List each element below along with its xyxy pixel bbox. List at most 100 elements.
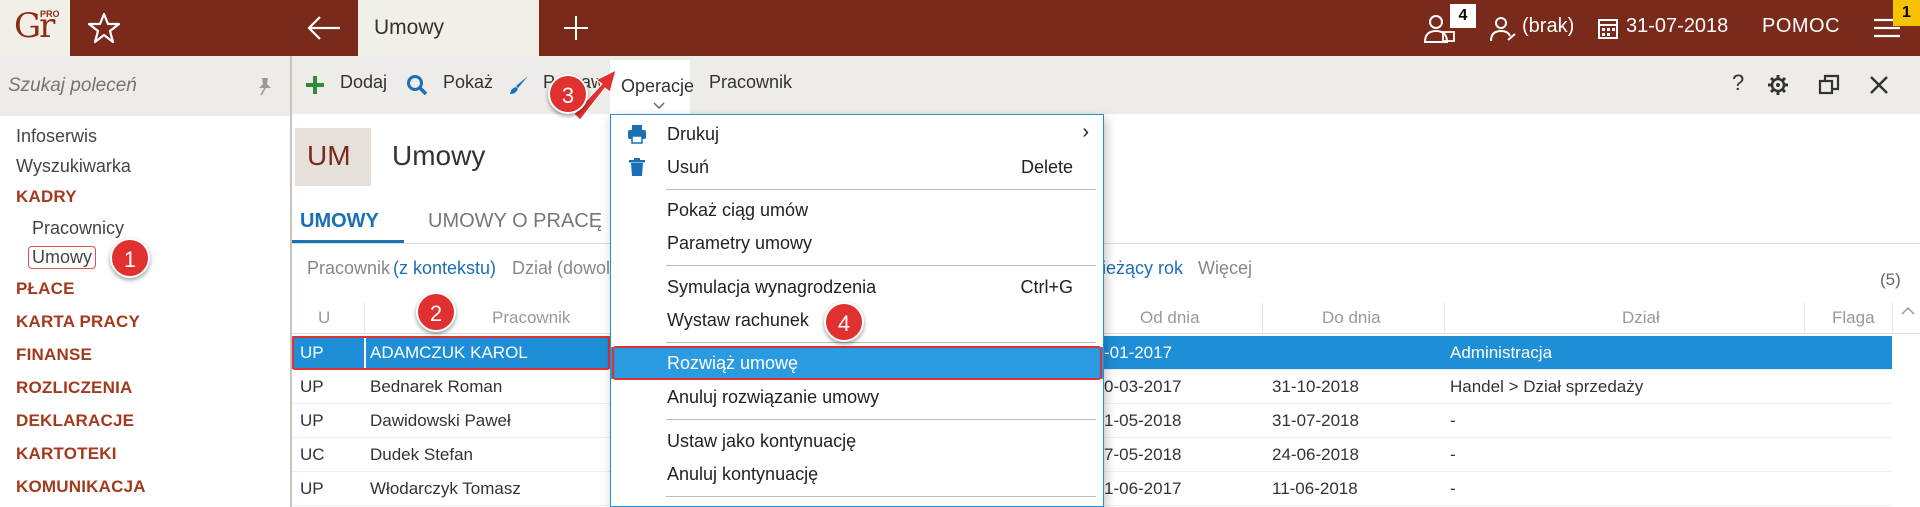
menu-item-show-contract-chain[interactable]: Pokaż ciąg umów: [611, 194, 1103, 226]
column-header-to[interactable]: Do dnia: [1322, 308, 1381, 328]
menu-item-delete[interactable]: Usuń Delete: [611, 151, 1103, 183]
cell-to: 31-10-2018: [1272, 377, 1359, 396]
edit-brush-icon[interactable]: [508, 74, 530, 96]
sidebar-section-rozliczenia[interactable]: ROZLICZENIA: [16, 378, 132, 398]
column-header-department[interactable]: Dział: [1622, 308, 1660, 328]
menu-item-set-continuation[interactable]: Ustaw jako kontynuację: [611, 425, 1103, 457]
module-code-badge: UM: [295, 128, 371, 186]
sidebar-item-infoserwis[interactable]: Infoserwis: [16, 126, 97, 147]
help-question-icon[interactable]: ?: [1732, 70, 1744, 96]
record-count: (5): [1880, 270, 1901, 289]
search-icon[interactable]: [406, 74, 428, 96]
cell-from: 1-06-2017: [1104, 479, 1182, 498]
filter-year-link[interactable]: bieżący rok: [1092, 258, 1183, 279]
new-tab-plus-icon[interactable]: [558, 10, 594, 46]
cell-department: Handel > Dział sprzedaży: [1450, 377, 1644, 396]
help-link[interactable]: POMOC: [1762, 15, 1840, 38]
highlighted-menu-item-frame: [612, 346, 1102, 380]
menu-item-print[interactable]: Drukuj ›: [611, 118, 1103, 150]
cell-department: -: [1450, 411, 1456, 430]
menu-badge: 1: [1893, 0, 1920, 26]
toolbar: Dodaj Pokaż Popraw Pracownik ?: [292, 56, 1920, 114]
sidebar-section-deklaracje[interactable]: DEKLARACJE: [16, 411, 134, 431]
add-plus-icon[interactable]: [304, 74, 326, 96]
sidebar-section-kartoteki[interactable]: KARTOTEKI: [16, 444, 117, 464]
trash-icon: [629, 158, 645, 176]
menu-item-label: Anuluj kontynuację: [667, 464, 819, 484]
operations-menu-button[interactable]: Operacje: [610, 60, 694, 114]
menu-separator: [666, 342, 1096, 343]
calendar-icon[interactable]: [1598, 17, 1618, 39]
pin-icon[interactable]: [256, 76, 274, 96]
sidebar-item-umowy[interactable]: Umowy: [28, 246, 97, 269]
user-icon[interactable]: [1488, 14, 1518, 44]
cell-department: -: [1450, 479, 1456, 498]
content-tabs: UMOWY UMOWY O PRACĘ: [292, 198, 1920, 244]
show-button[interactable]: Pokaż: [443, 72, 493, 93]
menu-separator: [666, 496, 1096, 497]
cell-from: -01-2017: [1104, 343, 1173, 362]
submenu-arrow-icon: ›: [1082, 121, 1089, 143]
cell-employee: Dudek Stefan: [370, 445, 474, 464]
sidebar-section-place[interactable]: PŁACE: [16, 279, 75, 299]
sidebar-section-karta-pracy[interactable]: KARTA PRACY: [16, 312, 140, 332]
menu-item-delete-label: Usuń: [667, 157, 710, 177]
cell-department: Administracja: [1450, 343, 1553, 362]
column-header-flag[interactable]: Flaga: [1832, 308, 1875, 328]
command-search-input[interactable]: [8, 70, 248, 102]
back-arrow-icon[interactable]: [304, 12, 344, 44]
favorite-star-icon[interactable]: [86, 10, 122, 46]
app-logo[interactable]: Gr PRO: [0, 0, 70, 56]
menu-separator: [666, 189, 1096, 190]
cell-type: UP: [300, 377, 324, 396]
column-header-type[interactable]: U: [318, 308, 330, 328]
cell-from: 0-03-2017: [1104, 377, 1182, 396]
close-icon[interactable]: [1868, 74, 1890, 96]
sidebar-section-komunikacja[interactable]: KOMUNIKACJA: [16, 477, 146, 497]
sidebar-item-pracownicy[interactable]: Pracownicy: [32, 218, 124, 239]
top-bar: Gr PRO Umowy 4 (brak) 31-07-2018 POMOC 1: [0, 0, 1920, 56]
cell-employee: Włodarczyk Tomasz: [370, 479, 521, 498]
column-header-employee[interactable]: Pracownik: [492, 308, 570, 328]
sidebar-section-kadry[interactable]: KADRY: [16, 187, 77, 207]
menu-item-salary-simulation[interactable]: Symulacja wynagrodzenia Ctrl+G: [611, 271, 1103, 303]
cell-department: -: [1450, 445, 1456, 464]
scroll-up-icon[interactable]: [1900, 304, 1916, 318]
selected-row-highlight: [292, 336, 610, 370]
restore-window-icon[interactable]: [1818, 74, 1840, 96]
sidebar-section-finanse[interactable]: FINANSE: [16, 345, 92, 365]
tab-umowy-o-prace[interactable]: UMOWY O PRACĘ: [428, 210, 602, 233]
user-label[interactable]: (brak): [1522, 15, 1574, 38]
settings-gear-icon[interactable]: [1767, 74, 1789, 96]
column-header-from[interactable]: Od dnia: [1140, 308, 1200, 328]
menu-item-cancel-termination[interactable]: Anuluj rozwiązanie umowy: [611, 381, 1103, 413]
filter-more[interactable]: Więcej: [1198, 258, 1252, 279]
menu-separator: [666, 419, 1096, 420]
tab-umowy-label: Umowy: [374, 16, 445, 39]
filter-employee-link[interactable]: (z kontekstu): [393, 258, 496, 279]
cell-type: UP: [300, 411, 324, 430]
employee-menu-button[interactable]: Pracownik: [709, 72, 792, 93]
cell-type: UC: [300, 445, 325, 464]
callout-step-1: 1: [110, 238, 150, 278]
operations-label: Operacje: [621, 76, 695, 96]
cell-to: 11-06-2018: [1272, 479, 1358, 498]
menu-item-cancel-continuation[interactable]: Anuluj kontynuację: [611, 458, 1103, 490]
cell-from: 1-05-2018: [1104, 411, 1182, 430]
table-header: U Pracownik Od dnia Do dnia Dział Flaga: [292, 302, 1920, 334]
sidebar-item-wyszukiwarka[interactable]: Wyszukiwarka: [16, 156, 131, 177]
chevron-down-icon: [653, 102, 665, 110]
sidebar-search: [0, 56, 290, 116]
menu-item-contract-parameters[interactable]: Parametry umowy: [611, 227, 1103, 259]
tab-umowy[interactable]: UMOWY: [300, 210, 379, 233]
logo-pro: PRO: [40, 9, 60, 19]
filter-employee-label: Pracownik: [307, 258, 391, 278]
filter-department[interactable]: Dział (dowol: [512, 258, 610, 279]
menu-item-delete-shortcut: Delete: [1020, 157, 1073, 177]
add-button[interactable]: Dodaj: [340, 72, 387, 93]
menu-item-print-label: Drukuj: [667, 124, 720, 144]
cell-employee: Bednarek Roman: [370, 377, 503, 396]
menu-separator: [666, 265, 1096, 266]
current-date[interactable]: 31-07-2018: [1626, 15, 1728, 38]
tab-umowy-window[interactable]: Umowy: [358, 0, 539, 56]
